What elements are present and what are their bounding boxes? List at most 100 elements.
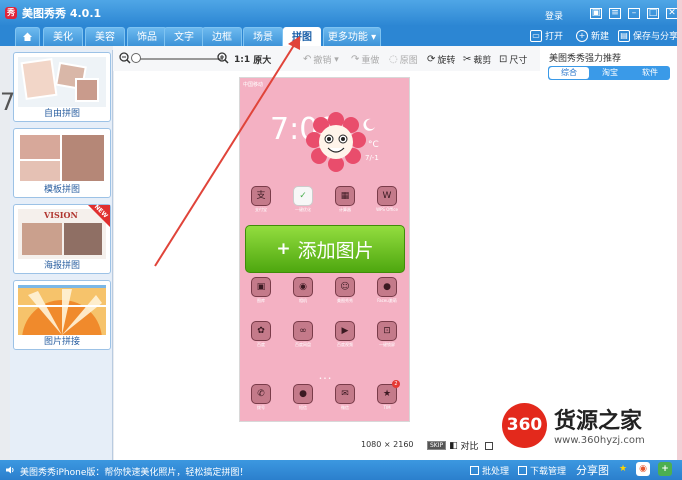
download-manager-button[interactable]: 下载管理 [518, 464, 566, 477]
flower-sticker-icon [306, 112, 366, 172]
crop-button[interactable]: ✂ 裁剪 [463, 53, 491, 66]
app-wps: W WPS Office [372, 186, 402, 212]
new-label: 新建 [591, 32, 610, 42]
checkbox-icon[interactable] [484, 441, 493, 450]
status-message[interactable]: 美图秀秀iPhone版：帮你快速美化照片，轻松搞定拼图！ [20, 465, 248, 478]
tab-collage[interactable]: 拼图 [283, 27, 321, 46]
speaker-icon [6, 466, 14, 474]
rec-tab-all[interactable]: 综合 [549, 67, 589, 79]
undo-icon: ↶ [303, 54, 312, 65]
phone-temperature: °C [368, 140, 379, 150]
tab-text[interactable]: 文字 [164, 27, 204, 46]
phone-status-bar: 中国移动 [243, 82, 264, 88]
template-template-collage[interactable]: 模板拼图 [13, 128, 111, 198]
rec-tab-software[interactable]: 软件 [630, 66, 670, 80]
faceu-icon: ● [377, 277, 397, 297]
collage-mode-panel: 自由拼图 模板拼图 VISION NEW 海报拼图 图片拼接 [10, 50, 113, 460]
app-label: 一键锁屏 [379, 342, 395, 347]
notification-badge: 2 [392, 380, 400, 388]
app-label: 拨号 [257, 405, 265, 410]
app-label: Faceu激萌 [377, 298, 397, 303]
reset-button[interactable]: ◌ 原图 [389, 53, 418, 66]
zoom-slider-handle[interactable] [131, 53, 141, 63]
poster-thumb-text: VISION [44, 210, 78, 220]
gallery-icon: ▣ [251, 277, 271, 297]
netdisk-icon: ∞ [293, 321, 313, 341]
app-label: WPS Office [376, 207, 398, 212]
tab-more[interactable]: 更多功能 ▾ [323, 27, 381, 46]
download-label: 下载管理 [530, 467, 567, 477]
skin-icon[interactable]: ▣ [590, 8, 602, 19]
login-link[interactable]: 登录 [545, 9, 563, 22]
app-label: 支付宝 [255, 207, 267, 212]
reset-icon: ◌ [389, 54, 398, 65]
redo-button[interactable]: ↷ 重做 [351, 53, 379, 66]
download-icon [518, 466, 527, 475]
app-label: 美图秀秀 [337, 298, 353, 303]
baidu-icon: ✿ [251, 321, 271, 341]
skip-label: SKIP [427, 441, 447, 450]
compare-label: 对比 [460, 442, 479, 452]
redo-icon: ↷ [351, 54, 360, 65]
crop-label: 裁剪 [473, 56, 492, 66]
main-tabs: 美化 美容 饰品 文字 边框 场景 拼图 更多功能 ▾ ▭ 打开 + 新建 ▤ 保存与… [0, 26, 682, 46]
editor-canvas[interactable]: 中国移动 7:00 °C 7/-1 支支付宝 ✓ 一键优化 ▦ 计算器 W WPS O… [114, 71, 540, 460]
template-poster-collage[interactable]: VISION NEW 海报拼图 [13, 203, 111, 274]
tab-home[interactable] [15, 27, 40, 46]
tab-scene[interactable]: 场景 [243, 27, 283, 46]
zoom-in-icon[interactable] [217, 52, 229, 64]
compare-button[interactable]: SKIP ◧ 对比 [427, 439, 493, 452]
phone-icon: ✆ [251, 384, 271, 404]
app-label: 百度 [257, 342, 265, 347]
app-camera: ◉ 相机 [288, 277, 318, 304]
minimize-icon[interactable]: – [628, 8, 640, 19]
zoom-out-icon[interactable] [119, 52, 131, 64]
size-button[interactable]: ⊡ 尺寸 [499, 53, 527, 66]
app-faceu: ● Faceu激萌 [372, 277, 402, 304]
rec-tab-taobao[interactable]: 淘宝 [590, 66, 630, 80]
app-wechat: ✉ 微信 [330, 384, 360, 411]
batch-icon [470, 466, 479, 475]
template-collage-thumbnail [18, 133, 106, 183]
redo-label: 重做 [361, 56, 380, 66]
watermark-name: 货源之家 [554, 409, 643, 434]
maximize-icon[interactable]: □ [647, 8, 659, 19]
star-icon[interactable]: ★ [616, 462, 630, 476]
tab-beautify[interactable]: 美化 [43, 27, 83, 46]
undo-button[interactable]: ↶ 撤销 ▾ [303, 53, 339, 66]
save-share-button[interactable]: ▤ 保存与分享 [618, 29, 678, 42]
open-button[interactable]: ▭ 打开 [530, 29, 563, 42]
background-strip [677, 0, 682, 460]
original-size-button[interactable]: 1:1 原大 [234, 53, 271, 67]
app-meitu: ☺ 美图秀秀 [330, 277, 360, 304]
tab-accessories[interactable]: 饰品 [127, 27, 167, 46]
wechat-icon: ✉ [335, 384, 355, 404]
plus-circle-icon: + [576, 29, 588, 42]
app-alipay: 支支付宝 [246, 186, 276, 213]
add-share-icon[interactable]: + [658, 462, 672, 476]
template-free-collage[interactable]: 自由拼图 [13, 52, 111, 122]
watermark-logo: 360 [502, 403, 547, 448]
tab-frame[interactable]: 边框 [202, 27, 242, 46]
wps-icon: W [377, 186, 397, 206]
zoom-slider[interactable] [133, 58, 223, 60]
recommend-title: 美图秀秀强力推荐 [549, 54, 622, 64]
scissors-icon: ✂ [463, 54, 472, 65]
template-image-stitch[interactable]: 图片拼接 [13, 280, 111, 350]
app-baidu-video: ▶ 百度视频 [330, 321, 360, 348]
batch-process-button[interactable]: 批处理 [470, 464, 509, 477]
menu-icon[interactable]: ≡ [609, 8, 621, 19]
tab-cosmetic[interactable]: 美容 [85, 27, 125, 46]
app-optimize: ✓ 一键优化 [288, 186, 318, 213]
add-image-button[interactable]: + 添加图片 [245, 225, 405, 273]
new-button[interactable]: + 新建 [576, 29, 609, 42]
app-label: 短信 [299, 405, 307, 410]
weibo-icon[interactable]: ◉ [636, 462, 650, 476]
share-button[interactable]: 分享图 [576, 462, 609, 478]
rotate-button[interactable]: ⟳ 旋转 [427, 53, 455, 66]
template-image-stitch-label: 图片拼接 [43, 337, 80, 347]
status-bar: 美图秀秀iPhone版：帮你快速美化照片，轻松搞定拼图！ 批处理 下载管理 分享… [0, 460, 682, 480]
template-template-collage-label: 模板拼图 [43, 185, 80, 195]
app-messages: ● 短信 [288, 384, 318, 411]
image-stitch-thumbnail [18, 285, 106, 335]
